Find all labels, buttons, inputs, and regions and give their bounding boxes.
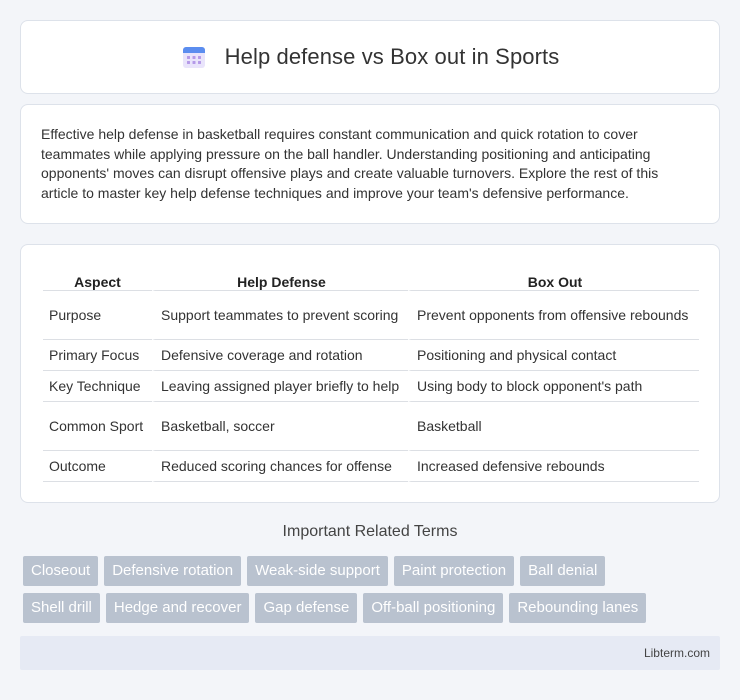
table-cell: Basketball: [408, 402, 699, 451]
tag-ball-denial[interactable]: Ball denial: [520, 556, 606, 586]
table-cell: Basketball, soccer: [152, 402, 408, 451]
page-title: Help defense vs Box out in Sports: [224, 44, 560, 69]
table-cell: Common Sport: [43, 402, 152, 451]
calendar-icon: [182, 47, 205, 68]
table-cell: Using body to block opponent's path: [408, 371, 699, 402]
header-aspect: Aspect: [43, 265, 152, 291]
related-terms-title: Important Related Terms: [282, 523, 458, 540]
tag-defensive-rotation[interactable]: Defensive rotation: [104, 556, 242, 586]
tag-shell-drill[interactable]: Shell drill: [23, 593, 100, 623]
table-cell: Leaving assigned player briefly to help: [152, 371, 408, 402]
tag-paint-protection[interactable]: Paint protection: [393, 556, 515, 586]
table-cell: Purpose: [43, 291, 152, 340]
table-cell: Prevent opponents from offensive rebound…: [408, 291, 699, 340]
tag-gap-defense[interactable]: Gap defense: [255, 593, 358, 623]
table-row: Common Sport Basketball, soccer Basketba…: [43, 402, 699, 451]
tag-off-ball-positioning[interactable]: Off-ball positioning: [363, 593, 504, 623]
table-cell: Defensive coverage and rotation: [152, 340, 408, 371]
table-cell: Primary Focus: [43, 340, 152, 371]
table-row: Key Technique Leaving assigned player br…: [43, 371, 699, 402]
table-row: Outcome Reduced scoring chances for offe…: [43, 451, 699, 482]
table-row: Primary Focus Defensive coverage and rot…: [43, 340, 699, 371]
title-wrap: Help defense vs Box out in Sports: [181, 44, 560, 70]
header-box-out: Box Out: [408, 265, 699, 291]
footer-site-link[interactable]: Libterm.com: [644, 646, 710, 660]
table-cell: Increased defensive rebounds: [408, 451, 699, 482]
table-cell: Key Technique: [43, 371, 152, 402]
table-cell: Positioning and physical contact: [408, 340, 699, 371]
tag-row: Closeout Defensive rotation Weak-side su…: [23, 556, 723, 586]
comparison-card: Aspect Help Defense Box Out Purpose Supp…: [20, 244, 720, 503]
footer: Libterm.com: [20, 636, 720, 670]
table-cell: Reduced scoring chances for offense: [152, 451, 408, 482]
header-card: Help defense vs Box out in Sports: [20, 20, 720, 94]
table-row: Purpose Support teammates to prevent sco…: [43, 291, 699, 340]
intro-card: Effective help defense in basketball req…: [20, 104, 720, 224]
intro-paragraph: Effective help defense in basketball req…: [41, 126, 659, 201]
table-cell: Support teammates to prevent scoring: [152, 291, 408, 340]
table-cell: Outcome: [43, 451, 152, 482]
table-header-row: Aspect Help Defense Box Out: [43, 265, 699, 291]
comparison-table: Aspect Help Defense Box Out Purpose Supp…: [43, 265, 699, 482]
tag-closeout[interactable]: Closeout: [23, 556, 99, 586]
tag-rebounding-lanes[interactable]: Rebounding lanes: [509, 593, 647, 623]
tag-hedge-and-recover[interactable]: Hedge and recover: [105, 593, 250, 623]
tag-weak-side-support[interactable]: Weak-side support: [247, 556, 388, 586]
tag-row: Shell drill Hedge and recover Gap defens…: [23, 593, 723, 623]
related-terms: Closeout Defensive rotation Weak-side su…: [23, 556, 723, 630]
header-help-defense: Help Defense: [152, 265, 408, 291]
